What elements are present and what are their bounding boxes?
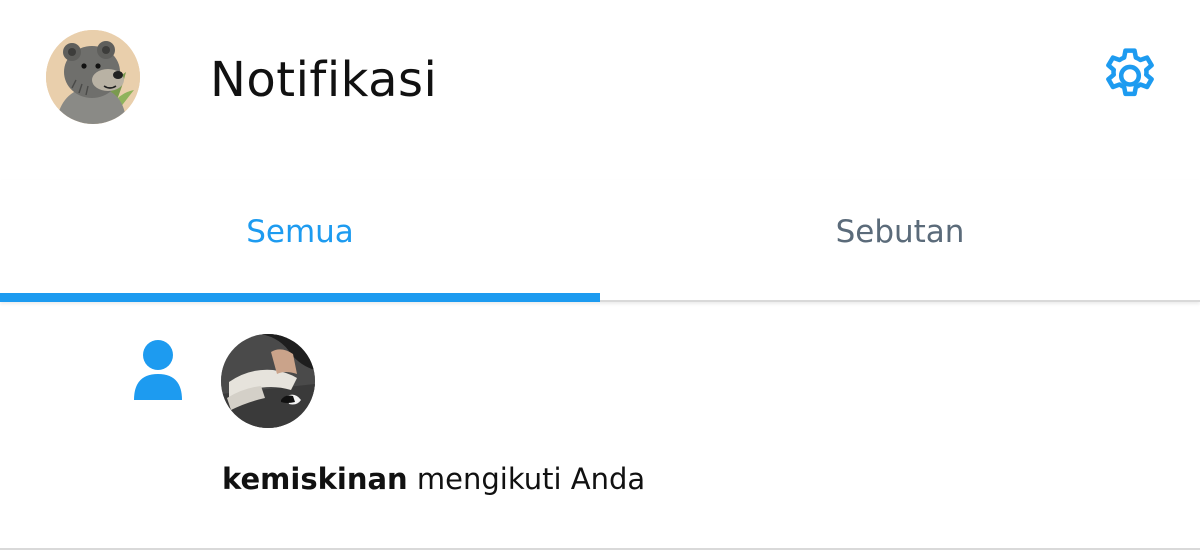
page-title: Notifikasi <box>210 52 438 108</box>
follower-avatar[interactable] <box>221 334 315 428</box>
tab-bar: Semua Sebutan <box>0 180 1200 302</box>
tab-semua[interactable]: Semua <box>0 180 600 302</box>
person-icon <box>134 340 182 400</box>
gear-icon <box>1106 48 1154 97</box>
notification-item[interactable]: kemiskinan mengikuti Anda <box>0 302 1200 550</box>
profile-avatar[interactable] <box>46 30 140 124</box>
notifications-page: Notifikasi Semua Sebutan kemiskinan meng… <box>0 0 1200 550</box>
tab-label: Sebutan <box>835 214 965 250</box>
tab-label: Semua <box>246 214 354 250</box>
follower-username[interactable]: kemiskinan <box>222 462 408 496</box>
notification-action: mengikuti Anda <box>407 462 646 496</box>
follower-photo-icon <box>221 334 315 428</box>
bear-avatar-icon <box>46 30 140 124</box>
notification-text: kemiskinan mengikuti Anda <box>222 460 645 498</box>
tab-sebutan[interactable]: Sebutan <box>600 180 1200 300</box>
header: Notifikasi <box>0 0 1200 160</box>
active-tab-indicator <box>0 293 600 302</box>
settings-button[interactable] <box>1098 44 1162 108</box>
